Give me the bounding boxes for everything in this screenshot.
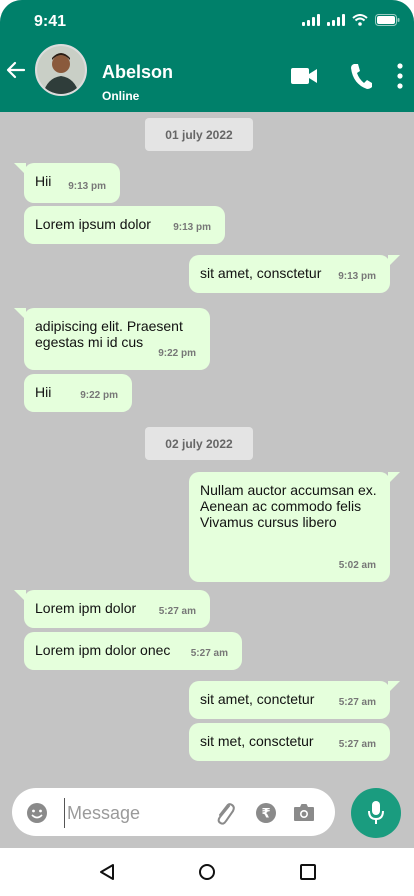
date-chip: 02 july 2022 xyxy=(145,427,253,460)
mic-button[interactable] xyxy=(351,788,401,838)
message-incoming[interactable]: Lorem ipm dolor 5:27 am xyxy=(14,590,210,628)
message-time: 5:02 am xyxy=(338,560,376,571)
message-time: 5:27 am xyxy=(190,648,228,659)
status-icons xyxy=(302,14,400,26)
emoji-icon[interactable] xyxy=(26,802,48,824)
svg-text:₹: ₹ xyxy=(261,807,270,822)
message-time: 9:22 pm xyxy=(158,348,196,359)
message-time: 9:13 pm xyxy=(68,181,106,192)
video-call-icon[interactable] xyxy=(291,66,318,86)
camera-icon[interactable] xyxy=(293,803,315,822)
status-time: 9:41 xyxy=(34,13,67,30)
battery-icon xyxy=(375,14,400,26)
wifi-icon xyxy=(352,14,368,26)
system-nav-bar xyxy=(0,848,414,896)
attach-icon[interactable] xyxy=(214,800,236,826)
message-incoming[interactable]: Lorem ipsum dolor 9:13 pm xyxy=(24,206,225,244)
message-outgoing[interactable]: sit met, consctetur 5:27 am xyxy=(189,723,390,761)
back-triangle-icon[interactable] xyxy=(98,863,116,881)
message-composer: ₹ xyxy=(12,788,335,836)
back-arrow-icon[interactable] xyxy=(4,58,28,82)
date-chip: 01 july 2022 xyxy=(145,118,253,151)
phone-icon[interactable] xyxy=(349,62,373,90)
contact-name[interactable]: Abelson xyxy=(102,62,173,83)
message-time: 9:22 pm xyxy=(80,390,118,401)
message-time: 9:13 pm xyxy=(338,271,376,282)
message-incoming[interactable]: Lorem ipm dolor onec 5:27 am xyxy=(24,632,242,670)
message-incoming[interactable]: adipiscing elit. Praesent egestas mi id … xyxy=(14,308,210,370)
message-outgoing[interactable]: sit amet, consctetur 9:13 pm xyxy=(189,255,400,293)
home-circle-icon[interactable] xyxy=(198,863,216,881)
more-vert-icon[interactable] xyxy=(396,62,404,90)
signal-icon xyxy=(302,14,320,26)
avatar-image xyxy=(37,46,85,94)
avatar[interactable] xyxy=(35,44,87,96)
message-text: Nullam auctor accumsan ex. Aenean ac com… xyxy=(200,482,377,530)
recents-square-icon[interactable] xyxy=(299,863,317,881)
chat-header: 9:41 Abelson Online xyxy=(0,0,414,112)
message-time: 9:13 pm xyxy=(173,222,211,233)
message-input[interactable] xyxy=(64,798,209,828)
message-incoming[interactable]: Hii 9:22 pm xyxy=(24,374,132,412)
message-time: 5:27 am xyxy=(338,739,376,750)
message-outgoing[interactable]: sit amet, conctetur 5:27 am xyxy=(189,681,400,719)
message-incoming[interactable]: Hii 9:13 pm xyxy=(14,163,120,203)
rupee-payment-icon[interactable]: ₹ xyxy=(255,802,277,824)
chat-screen: 9:41 Abelson Online 01 july 2022 02 july… xyxy=(0,0,414,896)
signal-icon-2 xyxy=(327,14,345,26)
message-time: 5:27 am xyxy=(338,697,376,708)
message-time: 5:27 am xyxy=(158,606,196,617)
contact-status: Online xyxy=(102,89,140,103)
mic-icon xyxy=(368,801,384,824)
message-outgoing[interactable]: Nullam auctor accumsan ex. Aenean ac com… xyxy=(189,472,400,582)
